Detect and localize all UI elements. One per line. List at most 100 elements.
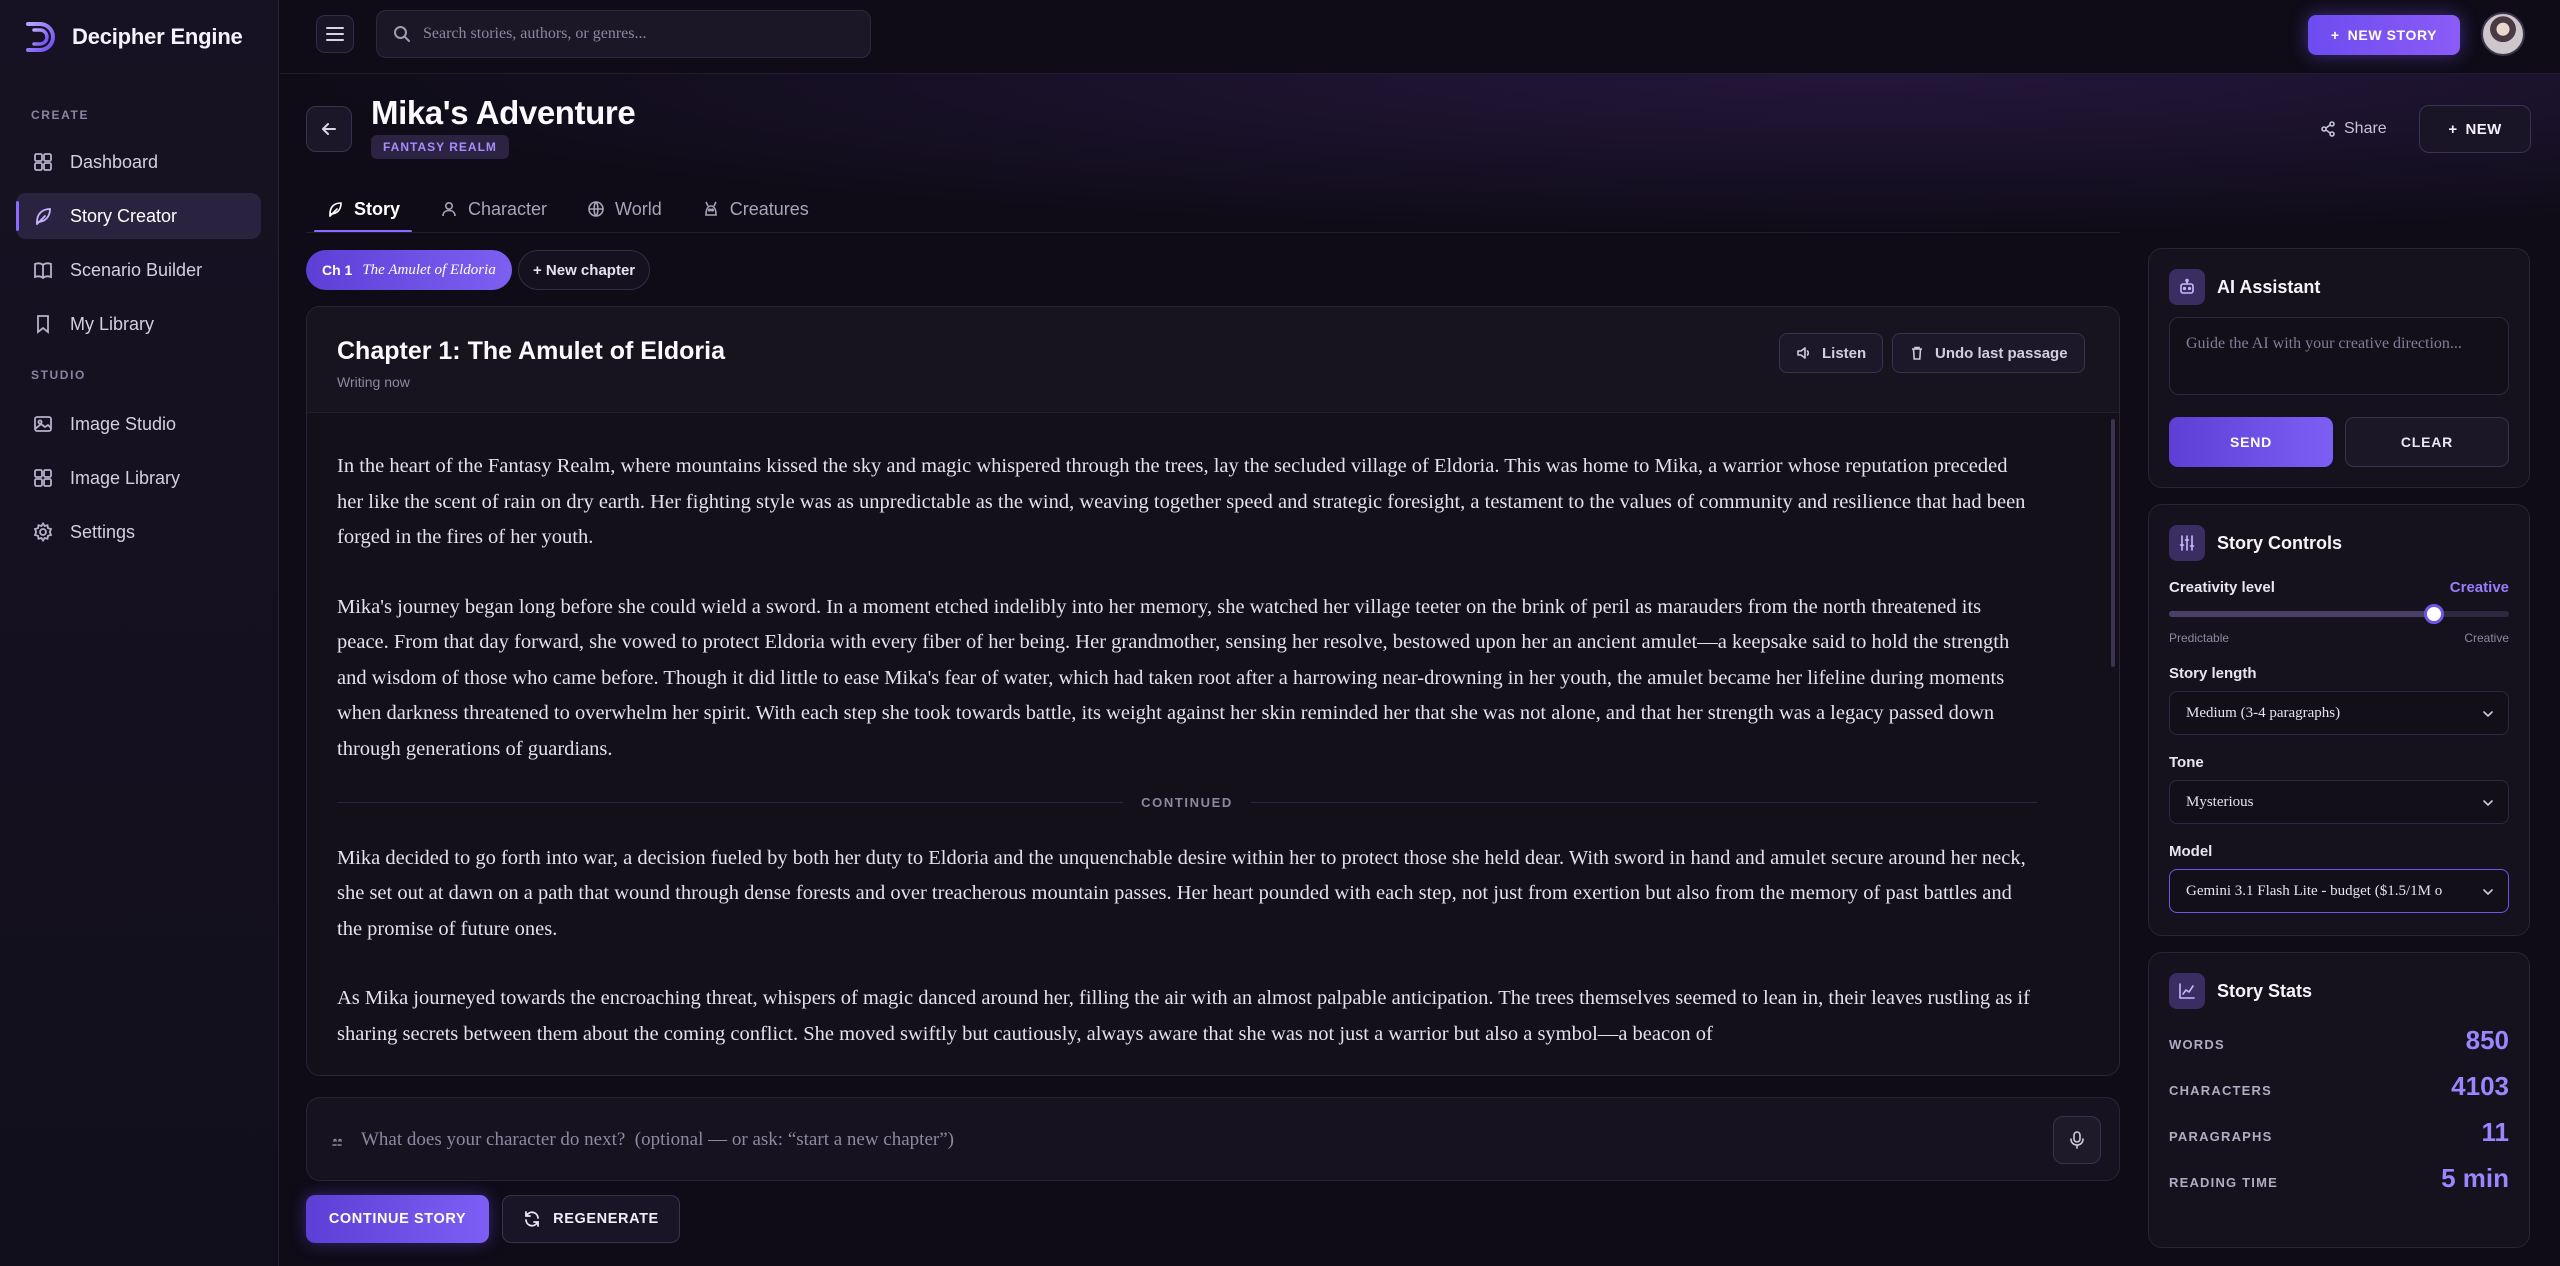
model-select[interactable]: Gemini 3.1 Flash Lite - budget ($1.5/1M … (2169, 869, 2509, 913)
chevron-down-icon (2483, 711, 2493, 718)
chapter-pill-active[interactable]: Ch 1 The Amulet of Eldoria (306, 250, 512, 290)
regenerate-label: REGENERATE (553, 1211, 659, 1227)
creativity-slider[interactable] (2169, 604, 2509, 624)
stat-characters: CHARACTERS 4103 (2169, 1071, 2509, 1102)
ai-assistant-panel: AI Assistant SEND CLEAR (2148, 248, 2530, 488)
user-icon (442, 201, 456, 217)
listen-button[interactable]: Listen (1779, 333, 1884, 373)
new-story-button[interactable]: + NEW STORY (2308, 15, 2460, 55)
sidebar-item-image-studio[interactable]: Image Studio (16, 401, 261, 447)
undo-label: Undo last passage (1935, 344, 2068, 362)
story-paragraph: In the heart of the Fantasy Realm, where… (337, 455, 2026, 548)
book-icon (34, 262, 52, 280)
chevron-down-icon (2483, 800, 2493, 807)
tab-creatures[interactable]: Creatures (682, 186, 829, 232)
sidebar-item-story-creator[interactable]: Story Creator (16, 193, 261, 239)
tab-character[interactable]: Character (420, 186, 567, 232)
chevron-down-icon (2483, 889, 2493, 896)
editor-scrollbar[interactable] (2111, 419, 2115, 667)
tab-label: Story (354, 198, 401, 219)
chapter-title: Chapter 1: The Amulet of Eldoria (337, 337, 726, 365)
stat-value: 11 (2481, 1117, 2510, 1147)
menu-button[interactable] (316, 15, 354, 53)
creativity-value: Creative (2449, 579, 2509, 596)
sliders-icon (2169, 525, 2205, 561)
clear-button[interactable]: CLEAR (2345, 417, 2509, 467)
sidebar-item-image-library[interactable]: Image Library (16, 455, 261, 501)
panel-title: Story Controls (2217, 532, 2343, 553)
story-length-select[interactable]: Medium (3-4 paragraphs) (2169, 691, 2509, 735)
story-controls-panel: Story Controls Creativity level Creative… (2148, 504, 2530, 936)
chapter-name: The Amulet of Eldoria (362, 261, 496, 278)
story-stats-panel: Story Stats WORDS 850 CHARACTERS 4103 PA… (2148, 952, 2530, 1248)
hamburger-icon (326, 27, 344, 41)
new-chapter-button[interactable]: + New chapter (518, 250, 651, 290)
sidebar-item-my-library[interactable]: My Library (16, 301, 261, 347)
new-label: NEW (2465, 120, 2502, 138)
undo-last-passage-button[interactable]: Undo last passage (1892, 333, 2085, 373)
story-text[interactable]: In the heart of the Fantasy Realm, where… (337, 449, 2037, 1075)
panel-header: Story Controls (2169, 525, 2342, 561)
tone-select[interactable]: Mysterious (2169, 780, 2509, 824)
continue-story-button[interactable]: CONTINUE STORY (306, 1195, 489, 1243)
new-story-label: NEW STORY (2347, 27, 2438, 43)
stat-label: PARAGRAPHS (2169, 1129, 2273, 1144)
globe-icon (588, 201, 604, 217)
brand[interactable]: Decipher Engine (22, 18, 243, 56)
avatar[interactable] (2481, 12, 2525, 56)
stat-label: READING TIME (2169, 1175, 2279, 1190)
app-name: Decipher Engine (72, 24, 243, 49)
creativity-label: Creativity level (2169, 579, 2275, 596)
regenerate-button[interactable]: REGENERATE (502, 1195, 680, 1243)
sidebar-item-label: My Library (70, 313, 155, 334)
plus-icon: + (2330, 27, 2340, 43)
microphone-icon (2070, 1131, 2084, 1149)
panel-title: Story Stats (2217, 980, 2313, 1001)
grid-icon (34, 153, 52, 171)
share-label: Share (2344, 120, 2387, 137)
story-tabs: Story Character World Creatures (306, 186, 829, 233)
continued-label: CONTINUED (1141, 795, 1233, 810)
sidebar-item-scenario-builder[interactable]: Scenario Builder (16, 247, 261, 293)
sidebar-item-label: Scenario Builder (70, 259, 203, 280)
sidebar-item-settings[interactable]: Settings (16, 509, 261, 555)
section-label-studio: STUDIO (31, 368, 86, 382)
stat-reading-time: READING TIME 5 min (2169, 1163, 2509, 1194)
story-length-label: Story length (2169, 665, 2257, 682)
slider-handle[interactable] (2424, 604, 2445, 624)
new-button[interactable]: + NEW (2419, 105, 2531, 153)
arrow-left-icon (322, 123, 336, 135)
stat-paragraphs: PARAGRAPHS 11 (2169, 1117, 2509, 1148)
listen-label: Listen (1822, 344, 1867, 362)
sidebar-item-label: Image Library (70, 467, 181, 488)
tab-story[interactable]: Story (306, 186, 420, 233)
back-button[interactable] (306, 106, 352, 152)
select-value: Medium (3-4 paragraphs) (2186, 704, 2341, 721)
gear-icon (33, 521, 53, 543)
send-button[interactable]: SEND (2169, 417, 2333, 467)
panel-header: AI Assistant (2169, 269, 2320, 305)
feather-icon (329, 202, 342, 217)
stat-value: 4103 (2451, 1071, 2509, 1101)
action-prompt (306, 1097, 2120, 1181)
slider-min-label: Predictable (2169, 631, 2230, 645)
speaker-icon (1797, 347, 1810, 359)
tab-world[interactable]: World (567, 186, 682, 232)
tone-label: Tone (2169, 754, 2204, 771)
trash-icon (1912, 346, 1922, 360)
robot-icon (2169, 269, 2205, 305)
microphone-button[interactable] (2053, 1116, 2101, 1164)
share-button[interactable]: Share (2320, 114, 2387, 144)
genre-badge: FANTASY REALM (371, 135, 509, 159)
search-input[interactable] (423, 25, 853, 43)
panel-header: Story Stats (2169, 973, 2312, 1009)
tab-label: Character (468, 198, 548, 219)
sidebar-item-label: Settings (70, 521, 136, 542)
bookmark-icon (37, 315, 49, 334)
select-value: Gemini 3.1 Flash Lite - budget ($1.5/1M … (2186, 882, 2443, 899)
story-paragraph: Mika's journey began long before she cou… (337, 595, 2010, 760)
ai-guidance-input[interactable] (2169, 317, 2509, 395)
sidebar-item-dashboard[interactable]: Dashboard (16, 139, 261, 185)
story-paragraph: Mika decided to go forth into war, a dec… (337, 846, 2026, 940)
action-input[interactable] (361, 1122, 2001, 1158)
